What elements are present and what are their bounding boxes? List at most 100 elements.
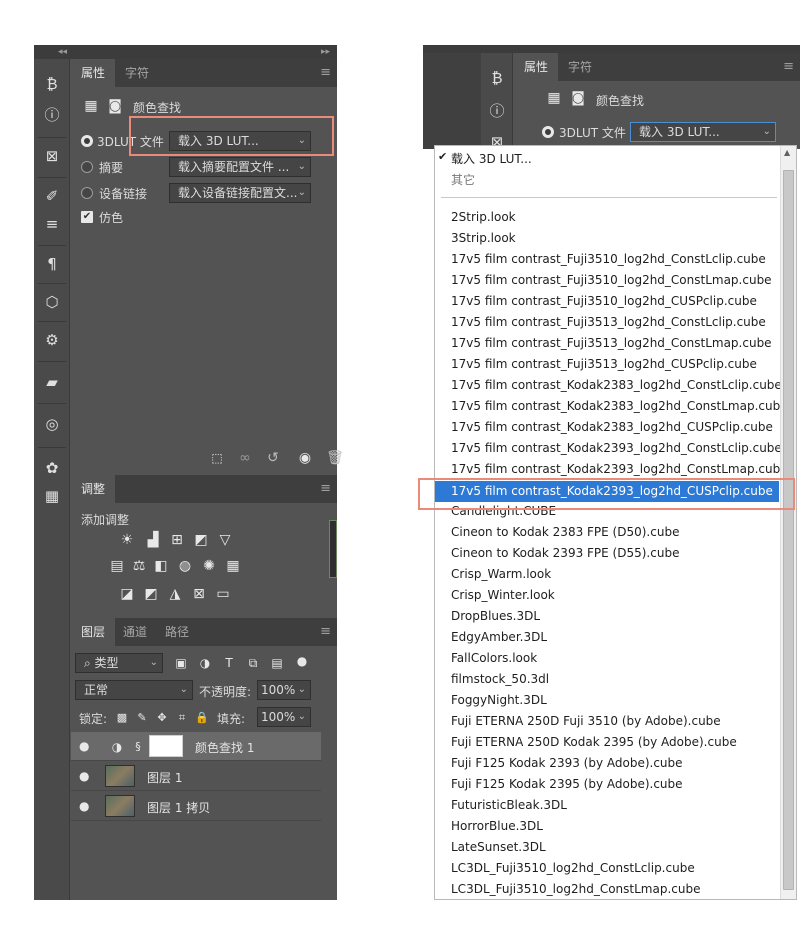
filter-adjustment-icon[interactable]: ◑ xyxy=(197,654,213,672)
threshold-icon[interactable]: ◮ xyxy=(165,585,185,603)
photo-filter-icon[interactable]: ◍ xyxy=(175,557,195,575)
layer-filter-dropdown[interactable]: ⌕ 类型 ⌄ xyxy=(75,653,163,673)
history-icon[interactable]: ₿ xyxy=(38,71,66,97)
visibility-eye-icon[interactable]: ● xyxy=(79,769,89,783)
menu-item[interactable]: filmstock_50.3dl xyxy=(451,672,549,686)
view-previous-icon[interactable]: ∞ xyxy=(235,449,255,467)
vibrance-icon[interactable]: ▽ xyxy=(215,531,235,549)
lock-transparent-icon[interactable]: ▩ xyxy=(115,709,129,727)
menu-item[interactable]: 17v5 film contrast_Kodak2383_log2hd_Cons… xyxy=(451,399,788,413)
tab-properties[interactable]: 属性 xyxy=(71,59,116,87)
adjustments-menu-icon[interactable]: ≡ xyxy=(320,475,331,503)
menu-item[interactable]: 17v5 film contrast_Fuji3513_log2hd_Const… xyxy=(451,336,772,350)
panel-menu-icon[interactable]: ≡ xyxy=(783,53,794,81)
radio-device-link[interactable] xyxy=(81,187,93,199)
filter-type-icon[interactable]: T xyxy=(221,654,237,672)
info-icon[interactable]: ⓘ xyxy=(483,97,511,123)
layers-menu-icon[interactable]: ≡ xyxy=(320,618,331,646)
menu-item[interactable]: 3Strip.look xyxy=(451,231,516,245)
visibility-eye-icon[interactable]: ● xyxy=(79,739,89,753)
menu-item[interactable]: 17v5 film contrast_Fuji3510_log2hd_Const… xyxy=(451,273,772,287)
libraries-icon[interactable]: ▰ xyxy=(38,369,66,395)
tab-character[interactable]: 字符 xyxy=(115,59,159,87)
black-white-icon[interactable]: ◧ xyxy=(151,557,171,575)
filter-shape-icon[interactable]: ⧉ xyxy=(245,654,261,672)
lock-paint-icon[interactable]: ✎ xyxy=(135,709,149,727)
tab-properties[interactable]: 属性 xyxy=(514,53,559,81)
paragraph-icon[interactable]: ¶ xyxy=(38,251,66,277)
menu-item[interactable]: Cineon to Kodak 2383 FPE (D50).cube xyxy=(451,525,679,539)
menu-item[interactable]: LC3DL_Fuji3510_log2hd_ConstLclip.cube xyxy=(451,861,695,875)
menu-item[interactable]: 17v5 film contrast_Kodak2393_log2hd_Cons… xyxy=(451,462,788,476)
mask-thumbnail[interactable] xyxy=(149,735,183,757)
reset-icon[interactable]: ↺ xyxy=(263,449,283,467)
menu-item[interactable]: LC3DL_Fuji3510_log2hd_ConstLmap.cube xyxy=(451,882,700,896)
menu-item[interactable]: Fuji ETERNA 250D Kodak 2395 (by Adobe).c… xyxy=(451,735,737,749)
link-icon[interactable]: § xyxy=(133,738,143,756)
menu-item[interactable]: Fuji ETERNA 250D Fuji 3510 (by Adobe).cu… xyxy=(451,714,721,728)
menu-item[interactable]: FuturisticBleak.3DL xyxy=(451,798,567,812)
brush-icon[interactable]: ✐ xyxy=(38,183,66,209)
lock-position-icon[interactable]: ✥ xyxy=(155,709,169,727)
tab-adjustments[interactable]: 调整 xyxy=(71,475,116,503)
layer-row-color-lookup[interactable]: ● ◑ § 颜色查找 1 xyxy=(71,732,321,761)
layer-row-layer1[interactable]: ● 图层 1 xyxy=(71,762,321,791)
delete-icon[interactable]: 🗑 xyxy=(325,449,345,467)
visibility-eye-icon[interactable]: ● xyxy=(79,799,89,813)
menu-item[interactable]: Cineon to Kodak 2393 FPE (D55).cube xyxy=(451,546,679,560)
menu-item[interactable]: 2Strip.look xyxy=(451,210,516,224)
blend-mode-dropdown[interactable]: 正常 ⌄ xyxy=(75,680,193,700)
paths-icon[interactable]: ⊠ xyxy=(38,143,66,169)
color-lookup-icon[interactable]: ▦ xyxy=(223,557,243,575)
3dlut-dropdown[interactable]: 载入 3D LUT... ⌄ xyxy=(630,122,776,142)
panel-menu-icon[interactable]: ≡ xyxy=(320,59,331,87)
menu-item[interactable]: FallColors.look xyxy=(451,651,537,665)
scroll-up-icon[interactable]: ▲ xyxy=(784,148,790,157)
menu-item[interactable]: 17v5 film contrast_Kodak2393_log2hd_Cons… xyxy=(451,441,782,455)
3d-icon[interactable]: ⬡ xyxy=(38,289,66,315)
exposure-icon[interactable]: ◩ xyxy=(191,531,211,549)
tab-channels[interactable]: 通道 xyxy=(113,618,157,646)
brush-settings-icon[interactable]: ≡ xyxy=(38,211,66,237)
abstract-dropdown[interactable]: 载入摘要配置文件 ... ⌄ xyxy=(169,157,311,177)
lock-artboard-icon[interactable]: ⌗ xyxy=(175,709,189,727)
menu-item[interactable]: 17v5 film contrast_Fuji3510_log2hd_Const… xyxy=(451,252,766,266)
curves-icon[interactable]: ⊞ xyxy=(167,531,187,549)
radio-3dlut[interactable] xyxy=(81,135,93,147)
color-balance-icon[interactable]: ⚖ xyxy=(129,557,149,575)
menu-item[interactable]: EdgyAmber.3DL xyxy=(451,630,547,644)
panel-collapse-handle[interactable] xyxy=(329,520,337,578)
menu-item[interactable]: DropBlues.3DL xyxy=(451,609,540,623)
filter-smart-icon[interactable]: ▤ xyxy=(269,654,285,672)
radio-3dlut[interactable] xyxy=(542,126,554,138)
brightness-icon[interactable]: ☀ xyxy=(117,531,137,549)
menu-item[interactable]: Crisp_Warm.look xyxy=(451,567,551,581)
levels-icon[interactable]: ▟ xyxy=(141,531,165,549)
menu-item[interactable]: Crisp_Winter.look xyxy=(451,588,555,602)
collapse-right-icon[interactable]: ▸▸ xyxy=(321,45,330,59)
collapse-left-icon[interactable]: ◂◂ xyxy=(58,45,67,59)
selective-color-icon[interactable]: ⊠ xyxy=(189,585,209,603)
menu-item[interactable]: 17v5 film contrast_Kodak2383_log2hd_CUSP… xyxy=(451,420,773,434)
opacity-input[interactable]: 100% ⌄ xyxy=(257,680,311,700)
lock-all-icon[interactable]: 🔒 xyxy=(195,709,209,727)
creative-cloud-icon[interactable]: ◎ xyxy=(38,411,66,437)
menu-item-top-0[interactable]: 载入 3D LUT... xyxy=(451,150,532,167)
posterize-icon[interactable]: ◩ xyxy=(141,585,161,603)
gears-icon[interactable]: ⚙ xyxy=(38,327,66,353)
menu-item[interactable]: Fuji F125 Kodak 2395 (by Adobe).cube xyxy=(451,777,683,791)
menu-scrollbar[interactable]: ▲ xyxy=(780,146,796,899)
fill-input[interactable]: 100% ⌄ xyxy=(257,707,311,727)
menu-item[interactable]: 17v5 film contrast_Kodak2383_log2hd_Cons… xyxy=(451,378,782,392)
filter-pixel-icon[interactable]: ▣ xyxy=(173,654,189,672)
hue-saturation-icon[interactable]: ▤ xyxy=(107,557,127,575)
menu-item-top-1[interactable]: 其它 xyxy=(451,171,475,188)
visibility-icon[interactable]: ◉ xyxy=(295,449,315,467)
gradient-map-icon[interactable]: ▭ xyxy=(213,585,233,603)
menu-item[interactable]: 17v5 film contrast_Fuji3513_log2hd_CUSPc… xyxy=(451,357,757,371)
tab-paths[interactable]: 路径 xyxy=(155,618,199,646)
swatches-icon[interactable]: ✿ xyxy=(38,455,66,481)
info-icon[interactable]: ⓘ xyxy=(38,101,66,127)
device-link-dropdown[interactable]: 载入设备链接配置文... ⌄ xyxy=(169,183,311,203)
menu-item[interactable]: LateSunset.3DL xyxy=(451,840,546,854)
